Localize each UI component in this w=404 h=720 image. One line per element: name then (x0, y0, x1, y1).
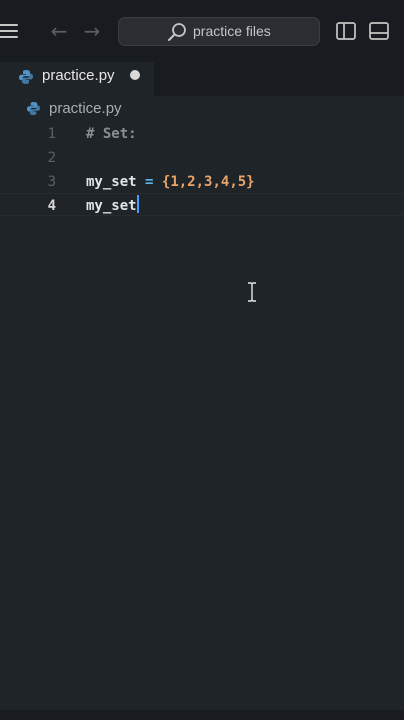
tab-practice-py[interactable]: practice.py (0, 62, 154, 96)
brace-token: } (246, 174, 255, 190)
code-line-1[interactable]: 1 # Set: (0, 122, 404, 146)
arrow-left-icon[interactable]: ← (48, 19, 70, 43)
line-number: 2 (47, 150, 56, 166)
line-code[interactable]: # Set: (86, 122, 137, 146)
line-number: 3 (47, 174, 56, 190)
split-sidebar-icon[interactable] (335, 20, 357, 42)
code-line-3[interactable]: 3 my_set = {1,2,3,4,5} (0, 170, 404, 194)
line-number: 4 (47, 198, 56, 214)
code-line-4[interactable]: 4 my_set (0, 194, 404, 218)
python-file-icon (26, 101, 41, 116)
number-token: 1,2,3,4,5 (170, 174, 247, 190)
text-cursor-icon (248, 282, 256, 302)
comment-token: # Set: (86, 126, 137, 142)
code-editor[interactable]: 1 # Set: 2 3 my_set = {1,2,3,4,5} 4 my_s… (0, 122, 404, 712)
search-icon (168, 23, 186, 41)
code-line-2[interactable]: 2 (0, 146, 404, 170)
line-code[interactable]: my_set (86, 194, 139, 218)
hamburger-menu-icon[interactable] (0, 22, 20, 40)
python-file-icon (19, 70, 33, 84)
tab-label: practice.py (42, 67, 115, 84)
breadcrumb: practice.py (0, 96, 404, 122)
arrow-right-icon[interactable]: → (81, 19, 103, 43)
command-center-search[interactable]: practice files (118, 17, 320, 46)
text-caret (136, 195, 139, 213)
line-code[interactable]: my_set = {1,2,3,4,5} (86, 170, 255, 194)
tab-bar: practice.py (0, 62, 404, 96)
operator-token: = (136, 174, 162, 190)
line-number: 1 (47, 126, 56, 142)
unsaved-dot-icon[interactable] (130, 70, 140, 80)
title-bar: ← → practice files (0, 0, 404, 62)
panel-layout-icon[interactable] (368, 20, 390, 42)
search-label: practice files (193, 23, 271, 39)
identifier-token: my_set (86, 198, 137, 214)
breadcrumb-file-label[interactable]: practice.py (49, 100, 122, 117)
bottom-bar (0, 710, 404, 720)
identifier-token: my_set (86, 174, 137, 190)
